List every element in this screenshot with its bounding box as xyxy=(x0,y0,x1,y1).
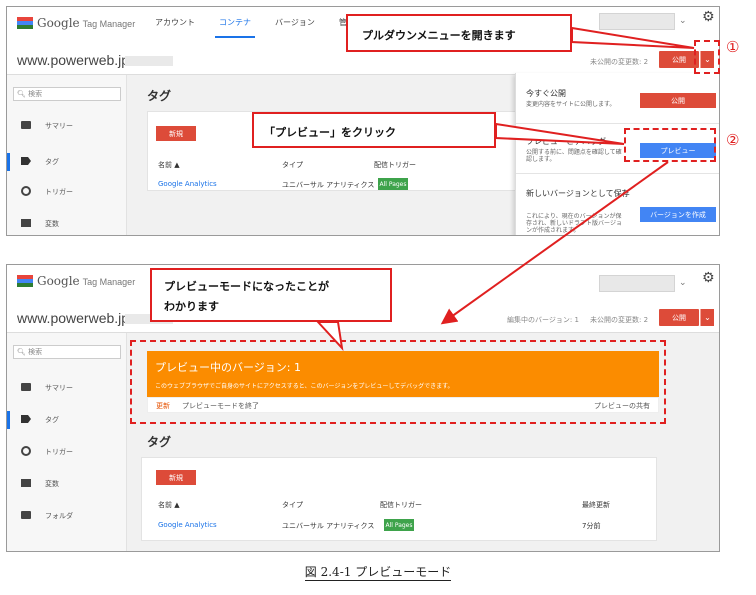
figure-caption: 図 2.4-1 プレビューモード xyxy=(304,565,452,581)
callout-pointer xyxy=(495,122,625,145)
callout-pointer xyxy=(315,321,344,352)
connector-arrow xyxy=(440,161,669,325)
annotation-arrows xyxy=(315,26,695,352)
callout-pointer xyxy=(571,26,695,49)
